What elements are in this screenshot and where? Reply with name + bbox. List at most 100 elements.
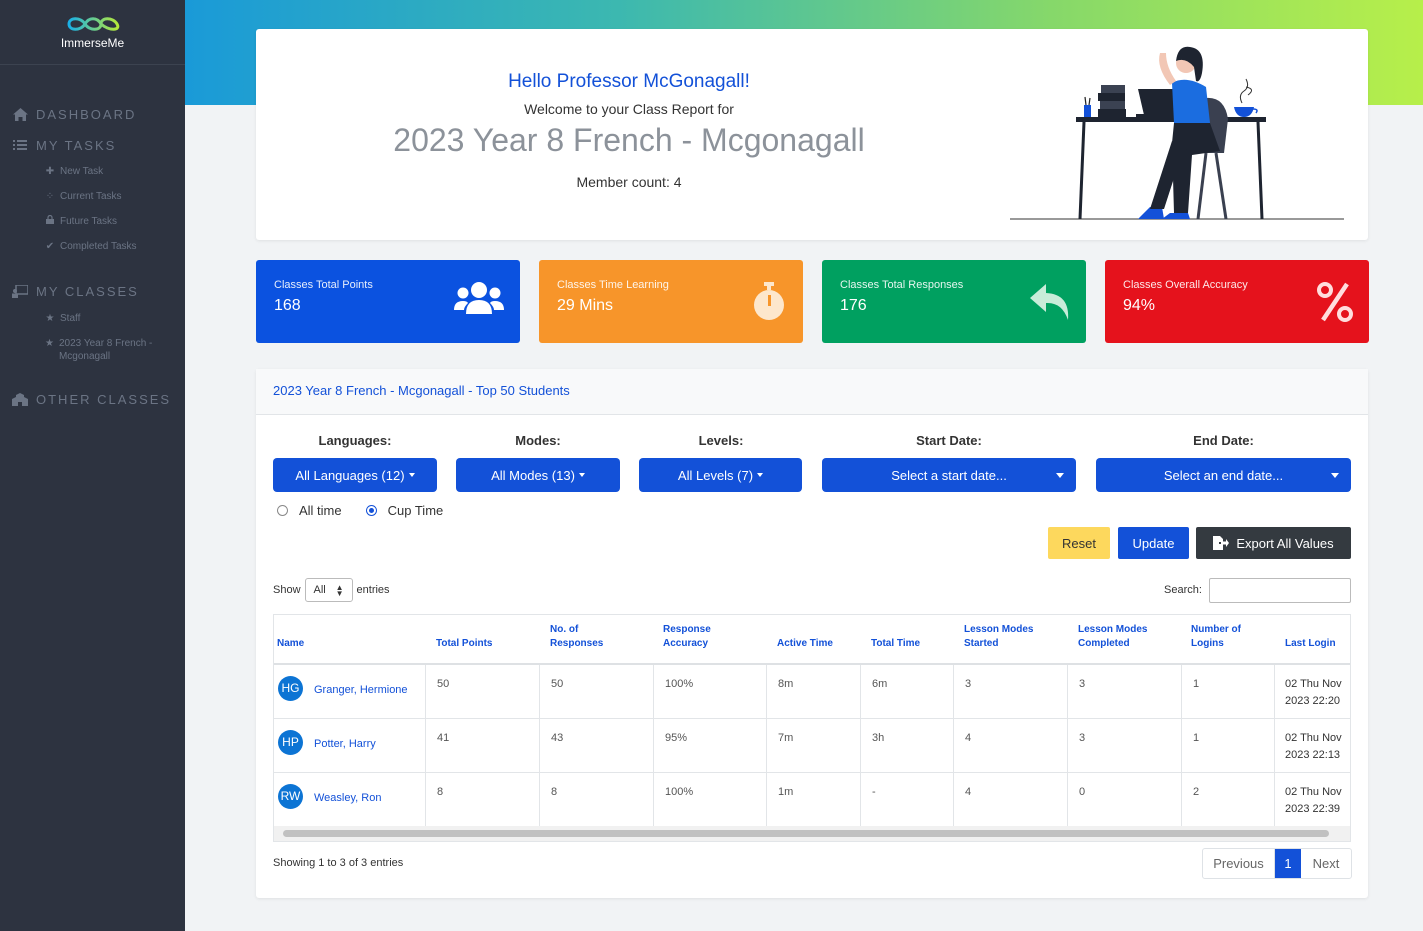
logo[interactable]: ImmerseMe [0, 0, 185, 65]
home-icon [12, 107, 28, 121]
stat-label: Classes Time Learning [557, 279, 669, 291]
search-label: Search: [1164, 584, 1202, 596]
accuracy-cell: 100% [654, 773, 767, 827]
student-name-link[interactable]: Weasley, Ron [314, 790, 381, 807]
levels-dropdown[interactable]: All Levels (7) [639, 458, 802, 492]
all-time-label[interactable]: All time [299, 503, 342, 518]
file-export-icon [1213, 536, 1230, 550]
star-icon: ★ [45, 338, 54, 349]
accuracy-cell: 100% [654, 665, 767, 719]
col-responses[interactable]: No. of Responses [550, 623, 614, 651]
table-row[interactable]: HG Granger, Hermione 50 50 100% 8m 6m 3 … [274, 665, 1350, 719]
modes-dropdown[interactable]: All Modes (13) [456, 458, 620, 492]
end-date-label: End Date: [1193, 433, 1254, 448]
col-total-points[interactable]: Total Points [436, 637, 492, 651]
col-name[interactable]: Name [277, 637, 304, 651]
avatar: RW [278, 784, 303, 809]
infinity-logo-icon [66, 17, 119, 31]
name-cell: RW Weasley, Ron [274, 773, 426, 827]
caret-down-icon [1331, 473, 1339, 478]
total-time-cell: 3h [861, 719, 954, 773]
sidebar-item-label: Future Tasks [60, 216, 118, 227]
col-last-login[interactable]: Last Login [1285, 637, 1336, 651]
modes-completed-cell: 3 [1068, 719, 1182, 773]
logins-cell: 1 [1182, 719, 1275, 773]
end-date-select[interactable]: Select an end date... [1096, 458, 1351, 492]
student-name-link[interactable]: Potter, Harry [314, 736, 376, 753]
update-button[interactable]: Update [1118, 527, 1189, 559]
col-total-time[interactable]: Total Time [871, 637, 920, 651]
entries-select[interactable]: All ▲ ▼ [304, 578, 353, 602]
end-date-value: Select an end date... [1163, 467, 1284, 483]
sidebar-item-new-task[interactable]: ✚ New Task [0, 165, 185, 178]
reset-button[interactable]: Reset [1048, 527, 1110, 559]
col-accuracy[interactable]: Response Accuracy [663, 623, 727, 651]
caret-down-icon [1056, 473, 1064, 478]
nav-my-tasks[interactable]: MY TASKS [0, 134, 185, 156]
horizontal-scrollbar[interactable] [283, 830, 1329, 837]
sidebar-item-class[interactable]: ★ 2023 Year 8 French - Mcgonagall [0, 337, 185, 363]
caret-down-icon [578, 473, 585, 477]
sidebar-item-future-tasks[interactable]: Future Tasks [0, 214, 185, 228]
col-modes-completed[interactable]: Lesson Modes Completed [1078, 623, 1158, 651]
logins-cell: 1 [1182, 665, 1275, 719]
sidebar-item-completed-tasks[interactable]: ✔ Completed Tasks [0, 240, 185, 253]
sort-arrows-icon: ▲ ▼ [335, 583, 344, 598]
start-date-select[interactable]: Select a start date... [822, 458, 1076, 492]
report-card: 2023 Year 8 French - Mcgonagall - Top 50… [256, 369, 1368, 898]
all-time-radio[interactable] [277, 505, 288, 516]
table-row[interactable]: RW Weasley, Ron 8 8 100% 1m - 4 0 2 02 T… [274, 773, 1350, 827]
modes-dropdown-value: All Modes (13) [491, 467, 575, 483]
next-page-button[interactable]: Next [1301, 849, 1351, 878]
star-icon: ★ [45, 313, 55, 324]
percent-icon [1317, 282, 1353, 322]
col-modes-started[interactable]: Lesson Modes Started [964, 623, 1044, 651]
languages-label: Languages: [318, 433, 392, 448]
languages-dropdown[interactable]: All Languages (12) [273, 458, 437, 492]
previous-page-button[interactable]: Previous [1203, 849, 1275, 878]
tasks-list-icon [12, 138, 28, 152]
teacher-at-desk-illustration [1010, 46, 1344, 220]
sidebar-item-staff[interactable]: ★ Staff [0, 312, 185, 325]
stat-overall-accuracy: Classes Overall Accuracy 94% [1105, 260, 1369, 343]
col-logins[interactable]: Number of Logins [1191, 623, 1255, 651]
logins-cell: 2 [1182, 773, 1275, 827]
avatar: HG [278, 676, 303, 701]
modes-completed-cell: 0 [1068, 773, 1182, 827]
cup-time-label[interactable]: Cup Time [388, 503, 444, 518]
modes-started-cell: 3 [954, 665, 1068, 719]
check-icon: ✔ [45, 241, 55, 252]
export-button[interactable]: Export All Values [1196, 527, 1351, 559]
nav-dashboard[interactable]: DASHBOARD [0, 103, 185, 125]
student-name-link[interactable]: Granger, Hermione [314, 682, 408, 699]
nav-my-classes[interactable]: MY CLASSES [0, 280, 185, 302]
page-1-button[interactable]: 1 [1275, 849, 1301, 878]
table-row[interactable]: HP Potter, Harry 41 43 95% 7m 3h 4 3 1 0… [274, 719, 1350, 773]
pagination: Previous 1 Next [1202, 848, 1352, 879]
last-login-cell: 02 Thu Nov 2023 22:39 [1285, 786, 1342, 815]
levels-label: Levels: [698, 433, 744, 448]
points-cell: 41 [426, 719, 540, 773]
stat-total-points: Classes Total Points 168 [256, 260, 520, 343]
logo-text: ImmerseMe [60, 36, 125, 50]
class-title: 2023 Year 8 French - Mcgonagall [393, 122, 865, 158]
stat-label: Classes Total Responses [840, 279, 964, 291]
greeting: Hello Professor McGonagall! [508, 71, 750, 92]
chalkboard-icon [12, 284, 28, 298]
school-icon [12, 392, 28, 406]
users-icon [454, 282, 504, 314]
stat-total-responses: Classes Total Responses 176 [822, 260, 1086, 343]
search-input[interactable] [1209, 578, 1351, 603]
stat-value: 176 [840, 297, 867, 314]
sidebar-item-current-tasks[interactable]: ⁘ Current Tasks [0, 190, 185, 203]
stat-label: Classes Total Points [274, 279, 373, 291]
cup-time-radio[interactable] [365, 505, 377, 516]
responses-cell: 50 [540, 665, 654, 719]
col-active-time[interactable]: Active Time [777, 637, 833, 651]
stat-value: 94% [1123, 297, 1156, 314]
name-cell: HG Granger, Hermione [274, 665, 426, 719]
welcome-card: Hello Professor McGonagall! Welcome to y… [256, 29, 1368, 240]
languages-dropdown-value: All Languages (12) [295, 467, 405, 483]
nav-other-classes[interactable]: OTHER CLASSES [0, 388, 185, 410]
responses-cell: 8 [540, 773, 654, 827]
